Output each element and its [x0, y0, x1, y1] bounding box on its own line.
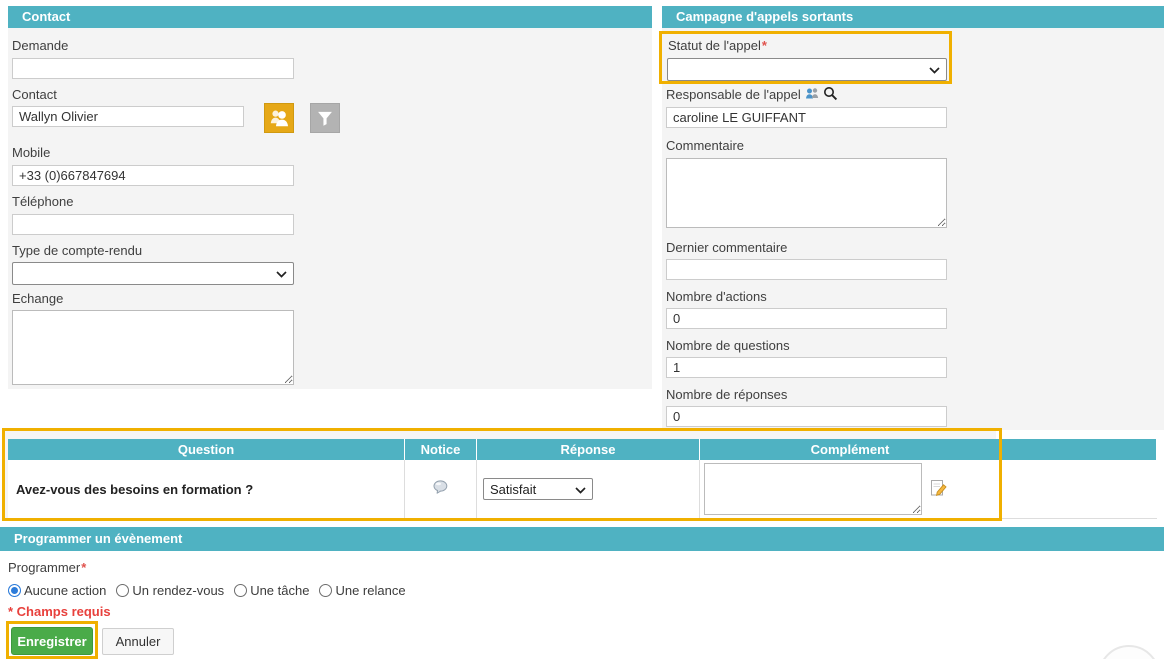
questions-table-header: Question Notice Réponse Complément [8, 439, 1157, 460]
radio-selected-icon[interactable] [8, 584, 21, 597]
contact-input[interactable] [12, 106, 244, 127]
question-cell: Avez-vous des besoins en formation ? [8, 460, 405, 518]
empty-cell [1001, 460, 1156, 518]
chevron-down-icon [929, 62, 940, 77]
speech-bubble-icon[interactable] [433, 480, 449, 498]
type-compte-rendu-label: Type de compte-rendu [12, 243, 143, 258]
question-text: Avez-vous des besoins en formation ? [16, 481, 254, 497]
campagne-panel-title: Campagne d'appels sortants [662, 6, 1164, 28]
question-row: Avez-vous des besoins en formation ? Sat… [8, 460, 1157, 519]
search-icon[interactable] [823, 86, 838, 105]
nombre-reponses-label: Nombre de réponses [666, 387, 788, 402]
dernier-commentaire-label: Dernier commentaire [666, 240, 788, 255]
type-compte-rendu-select[interactable] [12, 262, 294, 285]
radio-aucune-action[interactable]: Aucune action [8, 583, 106, 598]
commentaire-label: Commentaire [666, 138, 745, 153]
radio-icon[interactable] [234, 584, 248, 597]
radio-une-relance[interactable]: Une relance [319, 583, 406, 598]
required-asterisk: * [81, 560, 87, 575]
edit-note-icon[interactable] [930, 479, 948, 500]
reponse-value: Satisfait [490, 481, 537, 497]
nombre-questions-input[interactable] [666, 357, 947, 378]
telephone-input[interactable] [12, 214, 294, 235]
radio-icon[interactable] [319, 584, 333, 597]
filter-icon[interactable] [310, 103, 340, 133]
required-asterisk: * [761, 38, 767, 53]
commentaire-textarea[interactable] [666, 158, 947, 228]
nombre-actions-input[interactable] [666, 308, 947, 329]
nombre-reponses-input[interactable] [666, 406, 947, 427]
echange-textarea[interactable] [12, 310, 294, 385]
event-section-title: Programmer un évènement [0, 527, 1164, 551]
dernier-commentaire-input[interactable] [666, 259, 947, 280]
radio-un-rendez-vous[interactable]: Un rendez-vous [116, 583, 224, 598]
mobile-label: Mobile [12, 145, 51, 160]
outbound-call-form: Contact Demande Contact Mobile Téléphone… [0, 0, 1164, 659]
cancel-button[interactable]: Annuler [102, 628, 174, 655]
header-reponse: Réponse [477, 439, 700, 460]
save-button[interactable]: Enregistrer [11, 627, 93, 655]
programmer-radio-group: Aucune action Un rendez-vous Une tâche U… [8, 583, 406, 598]
statut-label: Statut de l'appel* [668, 38, 767, 53]
header-notice: Notice [405, 439, 477, 460]
chevron-down-icon [276, 266, 287, 281]
floating-button-partial[interactable] [1098, 645, 1160, 659]
notice-cell [405, 460, 477, 518]
responsable-input[interactable] [666, 107, 947, 128]
complement-cell [700, 460, 1001, 518]
chevron-down-icon [575, 482, 586, 497]
programmer-label: Programmer* [8, 560, 87, 575]
responsable-label-row: Responsable de l'appel [666, 86, 838, 105]
contact-label: Contact [12, 87, 57, 102]
telephone-label: Téléphone [12, 194, 74, 209]
people-icon[interactable] [805, 86, 819, 104]
reponse-select[interactable]: Satisfait [483, 478, 593, 500]
header-empty [1001, 439, 1156, 460]
nombre-actions-label: Nombre d'actions [666, 289, 767, 304]
radio-icon[interactable] [116, 584, 130, 597]
mobile-input[interactable] [12, 165, 294, 186]
contact-panel-title: Contact [8, 6, 652, 28]
header-question: Question [8, 439, 405, 460]
header-complement: Complément [700, 439, 1001, 460]
responsable-label: Responsable de l'appel [666, 87, 801, 102]
demande-input[interactable] [12, 58, 294, 79]
people-icon[interactable] [264, 103, 294, 133]
complement-textarea[interactable] [704, 463, 922, 515]
radio-une-tache[interactable]: Une tâche [234, 583, 309, 598]
statut-select[interactable] [667, 58, 947, 81]
required-fields-note: * Champs requis [8, 604, 111, 619]
nombre-questions-label: Nombre de questions [666, 338, 790, 353]
demande-label: Demande [12, 38, 69, 53]
reponse-cell: Satisfait [477, 460, 700, 518]
echange-label: Echange [12, 291, 64, 306]
